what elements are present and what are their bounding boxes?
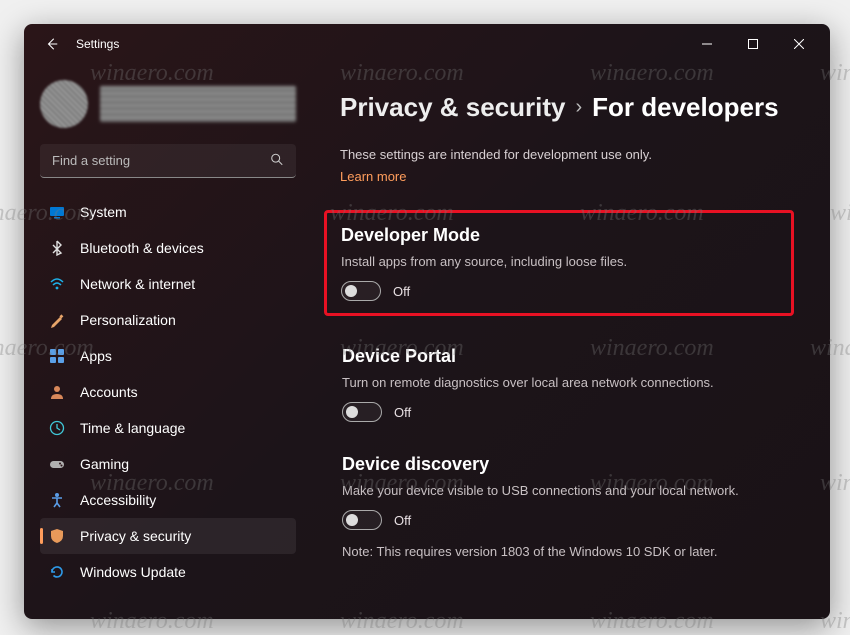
sidebar-item-label: Personalization [80,312,176,328]
nav-list: System Bluetooth & devices Network & inter… [40,194,296,611]
accessibility-icon [48,491,66,509]
avatar [40,80,88,128]
toggle-row: Off [342,402,792,422]
search-wrap [40,144,296,178]
sidebar-item-label: Gaming [80,456,129,472]
section-title: Device Portal [342,346,792,367]
sidebar-item-label: Bluetooth & devices [80,240,204,256]
section-description: Make your device visible to USB connecti… [342,483,792,498]
toggle-state-label: Off [394,513,411,528]
gaming-icon [48,455,66,473]
sidebar-item-gaming[interactable]: Gaming [40,446,296,482]
section-description: Install apps from any source, including … [341,254,777,269]
breadcrumb: Privacy & security › For developers [340,92,794,123]
sidebar-item-system[interactable]: System [40,194,296,230]
toggle-thumb [346,406,358,418]
system-icon [48,203,66,221]
settings-window: Settings SystemB [24,24,830,619]
sidebar-item-label: Time & language [80,420,185,436]
user-info-redacted [100,86,296,122]
section-note: Note: This requires version 1803 of the … [342,544,792,559]
sidebar-item-label: Accounts [80,384,138,400]
sidebar-item-bluetooth[interactable]: Bluetooth & devices [40,230,296,266]
sidebar-item-update[interactable]: Windows Update [40,554,296,590]
close-icon [794,39,804,49]
section-device-portal: Device Portal Turn on remote diagnostics … [340,344,794,424]
update-icon [48,563,66,581]
sidebar-item-accessibility[interactable]: Accessibility [40,482,296,518]
toggle-state-label: Off [394,405,411,420]
bluetooth-icon [48,239,66,257]
sidebar-item-label: Privacy & security [80,528,191,544]
toggle-row: Off [342,510,792,530]
user-block[interactable] [40,76,296,132]
section-device-discovery: Device discovery Make your device visible… [340,452,794,573]
maximize-icon [748,39,758,49]
device-portal-toggle[interactable] [342,402,382,422]
sidebar-item-accounts[interactable]: Accounts [40,374,296,410]
sidebar-item-label: Apps [80,348,112,364]
search-icon [270,153,284,170]
minimize-button[interactable] [684,28,730,60]
personalization-icon [48,311,66,329]
close-button[interactable] [776,28,822,60]
toggle-thumb [345,285,357,297]
accounts-icon [48,383,66,401]
sidebar-item-personalization[interactable]: Personalization [40,302,296,338]
time-icon [48,419,66,437]
app-title: Settings [76,37,119,51]
sidebar-item-privacy[interactable]: Privacy & security [40,518,296,554]
sidebar-item-time[interactable]: Time & language [40,410,296,446]
chevron-right-icon: › [575,96,582,119]
minimize-icon [702,39,712,49]
privacy-icon [48,527,66,545]
breadcrumb-parent[interactable]: Privacy & security [340,92,565,123]
apps-icon [48,347,66,365]
toggle-row: Off [341,281,777,301]
network-icon [48,275,66,293]
device-discovery-toggle[interactable] [342,510,382,530]
sections-container: Developer Mode Install apps from any sour… [340,210,794,573]
toggle-thumb [346,514,358,526]
dev-mode-toggle[interactable] [341,281,381,301]
sidebar-item-label: System [80,204,127,220]
toggle-state-label: Off [393,284,410,299]
window-controls [684,28,822,60]
search-input[interactable] [40,144,296,178]
titlebar: Settings [24,24,830,64]
breadcrumb-current: For developers [592,92,778,123]
learn-more-link[interactable]: Learn more [340,169,406,184]
sidebar: System Bluetooth & devices Network & inter… [24,64,304,619]
main-content: Privacy & security › For developers Thes… [304,64,830,619]
section-title: Device discovery [342,454,792,475]
watermark: winaero.com [830,200,850,227]
maximize-button[interactable] [730,28,776,60]
sidebar-item-apps[interactable]: Apps [40,338,296,374]
sidebar-item-network[interactable]: Network & internet [40,266,296,302]
section-dev-mode: Developer Mode Install apps from any sour… [324,210,794,316]
sidebar-item-label: Windows Update [80,564,186,580]
sidebar-item-label: Accessibility [80,492,156,508]
page-subtitle: These settings are intended for developm… [340,147,794,162]
section-description: Turn on remote diagnostics over local ar… [342,375,792,390]
section-title: Developer Mode [341,225,777,246]
back-button[interactable] [36,28,68,60]
sidebar-item-label: Network & internet [80,276,195,292]
body: System Bluetooth & devices Network & inter… [24,64,830,619]
arrow-left-icon [45,37,59,51]
